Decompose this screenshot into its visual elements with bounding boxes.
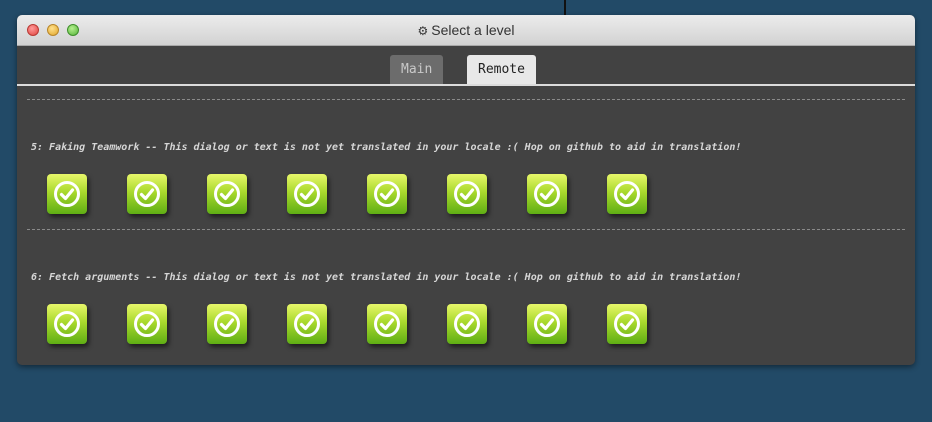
sequence-divider xyxy=(27,99,905,100)
checkmark-icon xyxy=(374,311,400,337)
checkmark-icon xyxy=(214,181,240,207)
level-button[interactable] xyxy=(47,304,87,344)
background-divider-line xyxy=(564,0,566,16)
level-button[interactable] xyxy=(527,304,567,344)
checkmark-icon xyxy=(294,311,320,337)
level-button[interactable] xyxy=(287,304,327,344)
window-title: ⚙ Select a level xyxy=(17,15,915,46)
checkmark-icon xyxy=(614,311,640,337)
checkmark-icon xyxy=(134,311,160,337)
checkmark-icon xyxy=(454,181,480,207)
checkmark-icon xyxy=(534,311,560,337)
checkmark-icon xyxy=(374,181,400,207)
level-select-window: ⚙ Select a level Main Remote 5: Faking Te… xyxy=(17,15,915,365)
level-button[interactable] xyxy=(447,304,487,344)
checkmark-icon xyxy=(54,181,80,207)
level-button[interactable] xyxy=(607,304,647,344)
checkmark-icon xyxy=(134,181,160,207)
checkmark-icon xyxy=(534,181,560,207)
level-button[interactable] xyxy=(127,304,167,344)
sequence-title: 5: Faking Teamwork -- This dialog or tex… xyxy=(31,142,742,153)
level-button[interactable] xyxy=(207,174,247,214)
level-button[interactable] xyxy=(447,174,487,214)
checkmark-icon xyxy=(614,181,640,207)
checkmark-icon xyxy=(54,311,80,337)
window-titlebar[interactable]: ⚙ Select a level xyxy=(17,15,915,46)
window-title-text: Select a level xyxy=(431,22,515,38)
gear-icon: ⚙ xyxy=(417,24,429,38)
checkmark-icon xyxy=(214,311,240,337)
level-button[interactable] xyxy=(127,174,167,214)
tab-main[interactable]: Main xyxy=(390,55,444,84)
tab-remote[interactable]: Remote xyxy=(467,55,536,84)
checkmark-icon xyxy=(454,311,480,337)
sequence-title: 6: Fetch arguments -- This dialog or tex… xyxy=(31,272,742,283)
level-button[interactable] xyxy=(607,174,647,214)
level-button[interactable] xyxy=(367,174,407,214)
sequence-divider xyxy=(27,229,905,230)
level-button[interactable] xyxy=(47,174,87,214)
level-button[interactable] xyxy=(527,174,567,214)
level-button[interactable] xyxy=(287,174,327,214)
checkmark-icon xyxy=(294,181,320,207)
level-button[interactable] xyxy=(207,304,247,344)
tab-bar: Main Remote xyxy=(17,46,915,86)
level-button[interactable] xyxy=(367,304,407,344)
